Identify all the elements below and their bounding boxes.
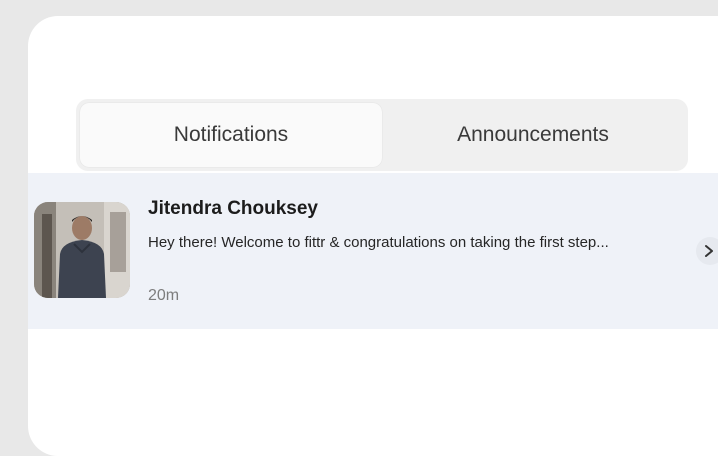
notification-message: Hey there! Welcome to fittr & congratula… xyxy=(148,234,609,251)
notifications-panel: Notifications Announcements Jitendra Cho… xyxy=(28,16,718,456)
avatar xyxy=(34,202,130,298)
sender-name: Jitendra Chouksey xyxy=(148,198,318,219)
notification-time: 20m xyxy=(148,287,180,304)
avatar-photo xyxy=(34,202,130,298)
chevron-right-icon[interactable] xyxy=(696,237,718,265)
notification-item[interactable]: Jitendra Chouksey Hey there! Welcome to … xyxy=(28,173,718,329)
tab-notifications[interactable]: Notifications xyxy=(80,103,382,167)
tab-bar: Notifications Announcements xyxy=(76,99,688,171)
tab-announcements[interactable]: Announcements xyxy=(382,103,684,167)
